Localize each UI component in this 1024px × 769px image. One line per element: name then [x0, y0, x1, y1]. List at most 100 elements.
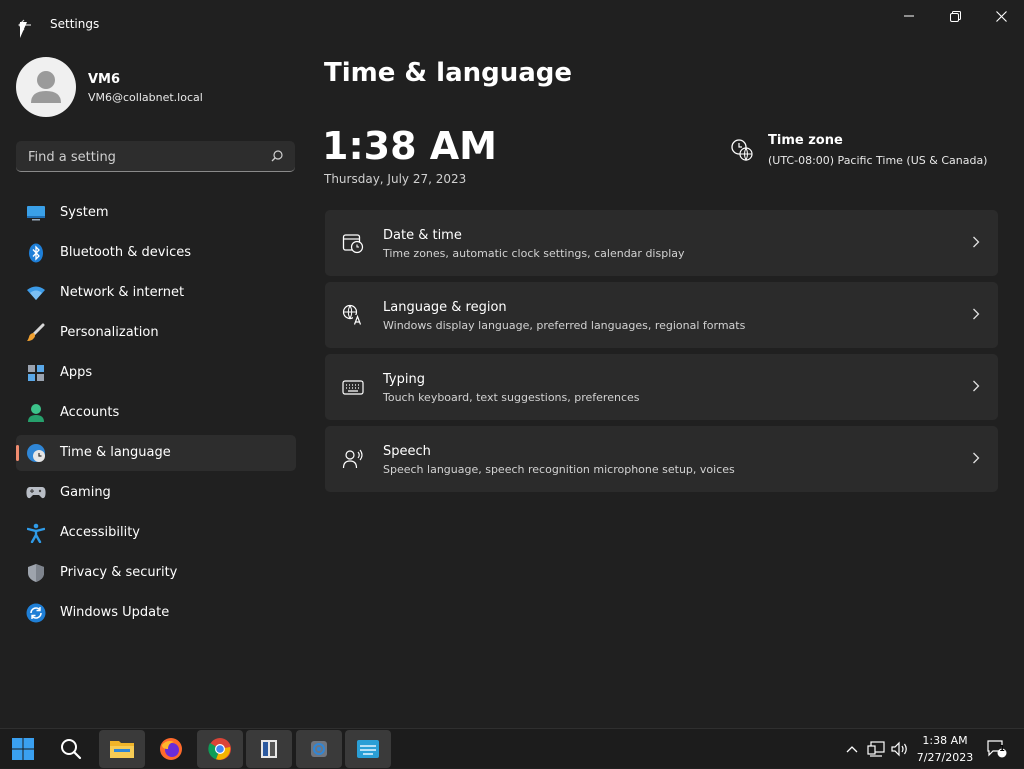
chevron-right-icon: [973, 236, 980, 248]
window-title: Settings: [50, 17, 100, 31]
sidebar-item-label: Time & language: [60, 445, 171, 460]
sidebar-nav: System Bluetooth & devices Network & int…: [16, 195, 296, 635]
taskbar-time: 1:38 AM: [922, 734, 968, 747]
profile-name: VM6: [88, 72, 121, 87]
sidebar-item-windows-update[interactable]: Windows Update: [16, 595, 296, 631]
sidebar-item-label: Network & internet: [60, 285, 185, 300]
chevron-right-icon: [973, 452, 980, 464]
firefox-icon: [160, 738, 182, 760]
card-title: Language & region: [383, 300, 507, 315]
sidebar-item-accounts[interactable]: Accounts: [16, 395, 296, 431]
sidebar-item-bluetooth[interactable]: Bluetooth & devices: [16, 235, 296, 271]
network-tray-button[interactable]: [865, 729, 887, 769]
paintbrush-icon: [26, 323, 46, 343]
chevron-up-icon: [846, 746, 858, 753]
sidebar-item-label: Accounts: [60, 405, 120, 420]
card-title: Speech: [383, 444, 431, 459]
sidebar-item-label: Windows Update: [60, 605, 170, 620]
sidebar-item-label: Accessibility: [60, 525, 140, 540]
sidebar-item-accessibility[interactable]: Accessibility: [16, 515, 296, 551]
sidebar-item-privacy[interactable]: Privacy & security: [16, 555, 296, 591]
sidebar-item-personalization[interactable]: Personalization: [16, 315, 296, 351]
book-archive-icon: [261, 740, 277, 758]
language-icon: [342, 304, 363, 325]
card-subtitle: Speech language, speech recognition micr…: [383, 463, 735, 476]
profile-email: VM6@collabnet.local: [88, 91, 203, 104]
card-subtitle: Windows display language, preferred lang…: [383, 319, 746, 332]
card-title: Typing: [383, 372, 425, 387]
sidebar-item-network[interactable]: Network & internet: [16, 275, 296, 311]
timezone-label: Time zone: [768, 133, 843, 148]
current-time: 1:38 AM: [322, 124, 497, 168]
card-title: Date & time: [383, 228, 462, 243]
sidebar-item-system[interactable]: System: [16, 195, 296, 231]
person-icon: [26, 403, 46, 423]
gear-icon: [311, 741, 327, 757]
search-input[interactable]: [26, 146, 265, 168]
taskbar-search-button[interactable]: [48, 730, 94, 768]
firefox-button[interactable]: [148, 730, 194, 768]
mouse-cursor: [20, 22, 27, 38]
settings-app-button[interactable]: [296, 730, 342, 768]
typing-card[interactable]: Typing Touch keyboard, text suggestions,…: [325, 354, 998, 420]
chevron-right-icon: [973, 380, 980, 392]
archive-app-button[interactable]: [246, 730, 292, 768]
shield-icon: [26, 563, 46, 583]
sidebar-item-label: Gaming: [60, 485, 111, 500]
keyboard-app-icon: [357, 740, 379, 758]
notification-count-badge: 1: [999, 744, 1005, 753]
restore-icon: [949, 10, 961, 22]
search-icon[interactable]: [271, 150, 283, 162]
terminal-button[interactable]: [345, 730, 391, 768]
apps-grid-icon: [26, 363, 46, 383]
calendar-clock-icon: [342, 234, 364, 254]
minimize-button[interactable]: [886, 0, 932, 32]
show-hidden-icons-button[interactable]: [842, 729, 862, 769]
bluetooth-icon: [26, 243, 46, 263]
keyboard-icon: [342, 380, 364, 395]
chevron-right-icon: [973, 308, 980, 320]
page-title: Time & language: [324, 58, 573, 88]
sidebar-item-label: Personalization: [60, 325, 159, 340]
close-icon: [995, 10, 1007, 22]
folder-icon: [110, 741, 134, 758]
notification-center-button[interactable]: 1: [985, 729, 1009, 769]
speaker-icon: [891, 741, 907, 757]
start-button[interactable]: [0, 730, 46, 768]
sidebar-item-apps[interactable]: Apps: [16, 355, 296, 391]
taskbar-clock[interactable]: 1:38 AM 7/27/2023: [910, 732, 980, 766]
wifi-icon: [26, 283, 46, 303]
minimize-icon: [904, 15, 914, 17]
search-box[interactable]: [16, 141, 295, 172]
accessibility-icon: [26, 523, 46, 543]
volume-tray-button[interactable]: [889, 729, 911, 769]
sidebar-item-time-language[interactable]: Time & language: [16, 435, 296, 471]
card-subtitle: Time zones, automatic clock settings, ca…: [383, 247, 685, 260]
timezone-value: (UTC-08:00) Pacific Time (US & Canada): [768, 154, 988, 167]
sidebar-item-label: Apps: [60, 365, 93, 380]
sidebar-item-label: System: [60, 205, 109, 220]
title-bar: Settings: [0, 0, 1024, 48]
chrome-icon: [208, 738, 231, 760]
sidebar-item-label: Bluetooth & devices: [60, 245, 191, 260]
card-subtitle: Touch keyboard, text suggestions, prefer…: [383, 391, 640, 404]
chrome-button[interactable]: [197, 730, 243, 768]
timezone-icon: [731, 139, 753, 162]
sidebar-item-label: Privacy & security: [60, 565, 178, 580]
speech-icon: [342, 449, 363, 469]
taskbar-date: 7/27/2023: [916, 751, 974, 764]
date-time-card[interactable]: Date & time Time zones, automatic clock …: [325, 210, 998, 276]
speech-card[interactable]: Speech Speech language, speech recogniti…: [325, 426, 998, 492]
person-avatar-icon: [31, 71, 61, 103]
file-explorer-button[interactable]: [99, 730, 145, 768]
close-button[interactable]: [978, 0, 1024, 32]
globe-clock-icon: [26, 443, 46, 463]
current-date: Thursday, July 27, 2023: [324, 172, 467, 186]
avatar[interactable]: [16, 57, 76, 117]
search-icon: [61, 739, 82, 760]
language-region-card[interactable]: Language & region Windows display langua…: [325, 282, 998, 348]
update-icon: [26, 603, 46, 623]
sidebar-item-gaming[interactable]: Gaming: [16, 475, 296, 511]
monitor-icon: [26, 203, 46, 223]
restore-button[interactable]: [932, 0, 978, 32]
